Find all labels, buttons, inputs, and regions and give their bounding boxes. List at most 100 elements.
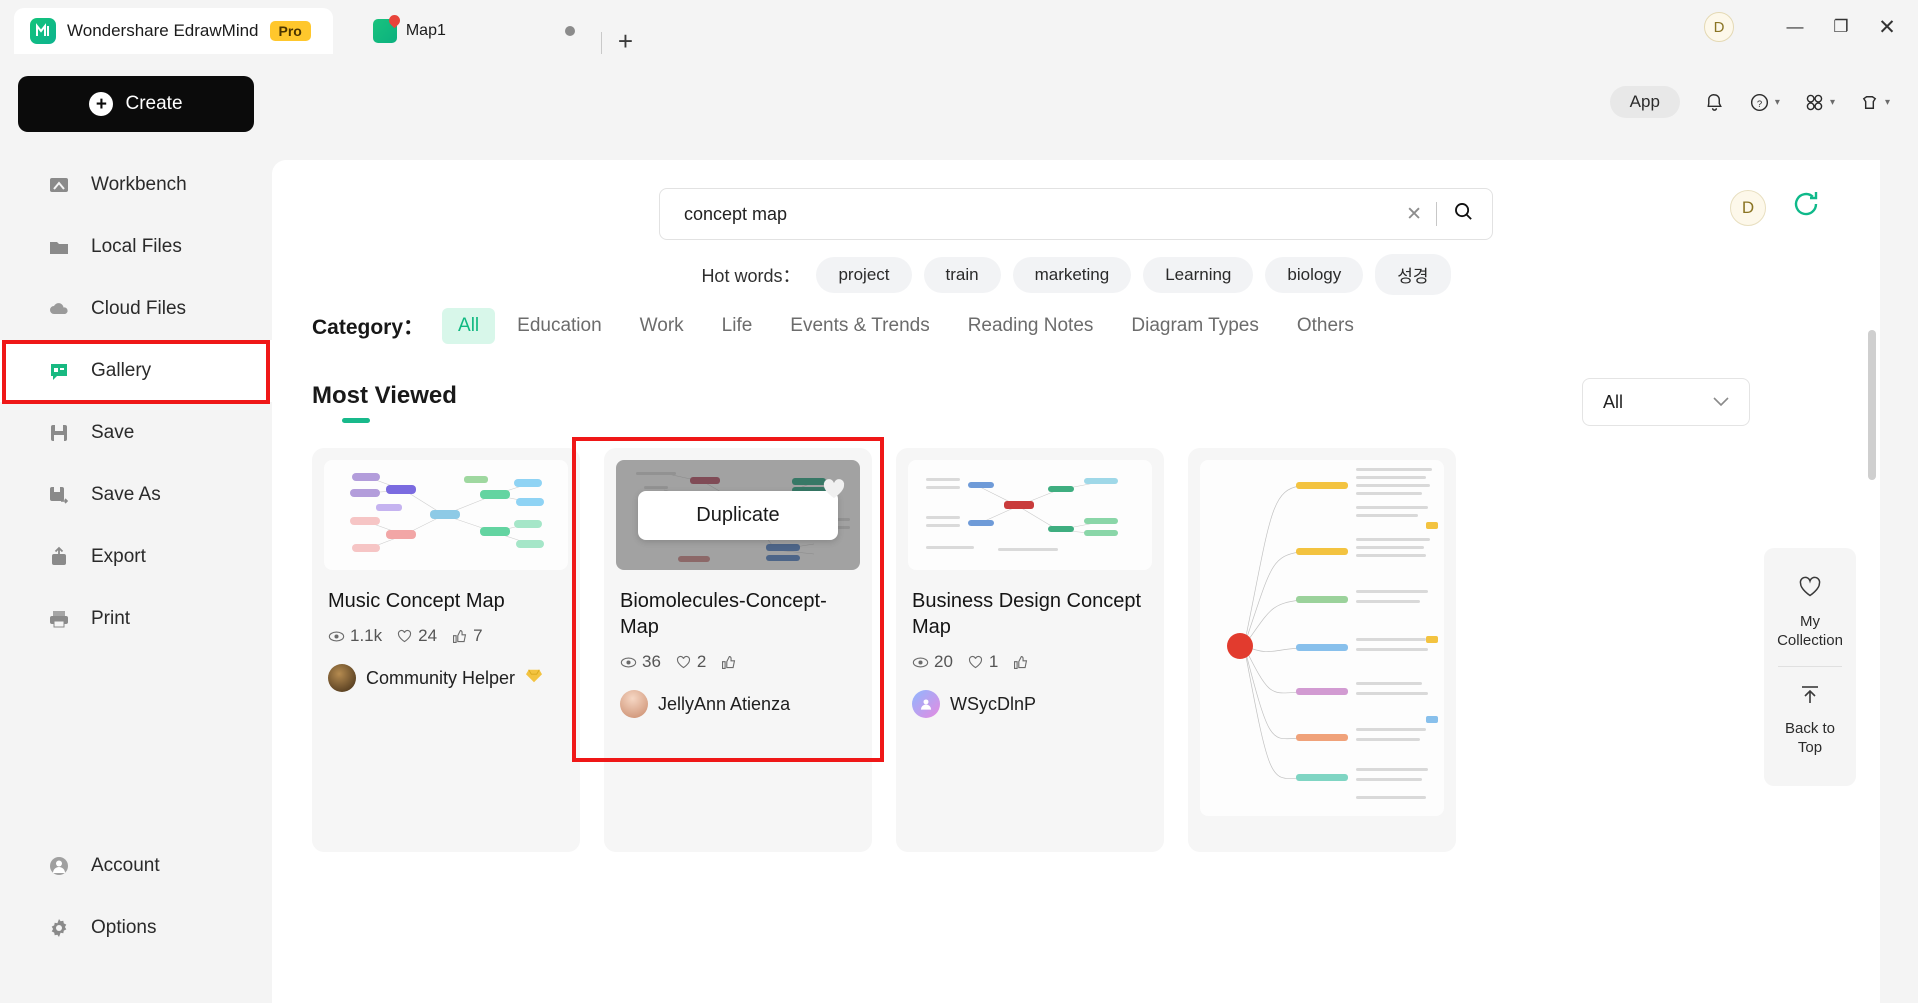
author-name: Community Helper: [366, 667, 516, 688]
sidebar-item-export[interactable]: Export: [0, 526, 272, 588]
thumbs-up-icon: [453, 629, 467, 643]
template-card[interactable]: Duplicate Biomolecules-Concept-Map 36 2: [604, 448, 872, 852]
template-author[interactable]: WSycDlnP: [912, 690, 1148, 718]
hot-word-project[interactable]: project: [816, 256, 912, 293]
sidebar-item-label: Save: [91, 422, 135, 443]
sidebar-item-label: Local Files: [91, 236, 182, 257]
category-others[interactable]: Others: [1281, 308, 1370, 344]
gallery-scrollbar[interactable]: [1868, 330, 1876, 1003]
category-work[interactable]: Work: [624, 308, 700, 344]
hot-word-train[interactable]: train: [923, 256, 1001, 293]
sidebar-item-save[interactable]: Save: [0, 402, 272, 464]
search-input[interactable]: concept map: [684, 204, 1406, 225]
maximize-button[interactable]: ❐: [1818, 0, 1864, 54]
hot-word-biology[interactable]: biology: [1265, 256, 1364, 293]
template-card[interactable]: [1188, 448, 1456, 852]
avatar: [328, 664, 356, 692]
author-name: JellyAnn Atienza: [658, 693, 791, 714]
minimize-button[interactable]: —: [1772, 0, 1818, 54]
sidebar-item-workbench[interactable]: Workbench: [0, 154, 272, 216]
my-collection-button[interactable]: My Collection: [1764, 560, 1856, 666]
favorite-heart-icon[interactable]: [822, 478, 846, 506]
create-button[interactable]: + Create: [18, 76, 254, 132]
document-tab-label: Map1: [405, 22, 446, 39]
export-icon: [46, 544, 72, 570]
like-count: 1: [967, 652, 998, 672]
sidebar-item-print[interactable]: Print: [0, 588, 272, 650]
sidebar-item-label: Options: [91, 917, 157, 938]
view-count-value: 36: [642, 652, 661, 671]
mindmap-preview-1: [324, 460, 568, 570]
gallery-user-avatar[interactable]: D: [1730, 190, 1766, 226]
hot-word-marketing[interactable]: marketing: [1012, 256, 1132, 293]
duplicate-button[interactable]: Duplicate: [638, 490, 838, 540]
category-all[interactable]: All: [442, 308, 496, 344]
category-diagram-types[interactable]: Diagram Types: [1115, 308, 1274, 344]
bell-icon[interactable]: [1704, 92, 1725, 113]
heart-icon: [398, 629, 412, 642]
heart-icon: [968, 655, 982, 668]
scrollbar-thumb[interactable]: [1868, 330, 1876, 480]
save-as-icon: [46, 482, 72, 508]
category-education[interactable]: Education: [501, 308, 618, 344]
sidebar-item-cloud-files[interactable]: Cloud Files: [0, 278, 272, 340]
template-card[interactable]: Business Design Concept Map 20 1 WSycDln…: [896, 448, 1164, 852]
sidebar-item-options[interactable]: Options: [0, 897, 272, 959]
category-life[interactable]: Life: [706, 308, 769, 344]
folder-icon: [46, 234, 72, 260]
clear-search-icon[interactable]: ✕: [1406, 203, 1422, 226]
template-stats: 36 2: [620, 652, 856, 672]
sidebar-item-label: Cloud Files: [91, 298, 187, 319]
back-to-top-label-line2: Top: [1797, 738, 1823, 756]
category-events-trends[interactable]: Events & Trends: [774, 308, 945, 344]
search-divider: [1436, 202, 1437, 226]
sort-dropdown[interactable]: All: [1582, 378, 1750, 426]
unsaved-indicator-dot: [564, 26, 575, 36]
template-card-grid: Music Concept Map 1.1k 24 7 Community He…: [312, 448, 1456, 852]
sidebar-item-label: Save As: [91, 484, 161, 505]
chevron-down-icon: [1713, 394, 1729, 410]
like-count-value: 1: [988, 652, 999, 671]
gallery-icon: [46, 358, 72, 384]
section-header: Most Viewed: [312, 382, 457, 423]
back-to-top-button[interactable]: Back to Top: [1764, 667, 1856, 773]
template-author[interactable]: Community Helper: [328, 664, 564, 692]
thumbsup-count: 7: [451, 626, 483, 646]
eye-icon: [328, 631, 345, 641]
template-card[interactable]: Music Concept Map 1.1k 24 7 Community He…: [312, 448, 580, 852]
sidebar-item-save-as[interactable]: Save As: [0, 464, 272, 526]
back-to-top-label-line1: Back to: [1784, 720, 1836, 737]
search-icon[interactable]: [1453, 201, 1474, 228]
app-tab[interactable]: Wondershare EdrawMind Pro: [14, 8, 333, 54]
section-underline: [342, 418, 370, 423]
help-icon[interactable]: ? ▾: [1749, 92, 1780, 113]
template-title: Biomolecules-Concept-Map: [620, 590, 827, 638]
document-tab-map1[interactable]: Map1: [363, 8, 585, 54]
sidebar-item-gallery[interactable]: Gallery: [0, 340, 272, 402]
template-author[interactable]: JellyAnn Atienza: [620, 690, 856, 718]
close-button[interactable]: ✕: [1864, 0, 1910, 54]
apps-grid-icon[interactable]: ▾: [1804, 92, 1835, 113]
sidebar-item-account[interactable]: Account: [0, 835, 272, 897]
mindmap-preview-3: [908, 460, 1152, 570]
category-reading-notes[interactable]: Reading Notes: [952, 308, 1110, 344]
hot-word-learning[interactable]: Learning: [1143, 256, 1254, 293]
user-avatar[interactable]: D: [1704, 12, 1734, 42]
sidebar-item-label: Account: [91, 855, 160, 876]
new-tab-button[interactable]: +: [618, 28, 633, 54]
tab-divider: [600, 32, 602, 54]
my-collection-label-line2: Collection: [1777, 631, 1843, 649]
author-name: WSycDlnP: [950, 693, 1037, 714]
sidebar-item-label: Print: [91, 608, 131, 629]
hot-word-korean[interactable]: 성경: [1375, 254, 1451, 295]
edrawmind-logo-icon: [30, 18, 56, 44]
view-count: 36: [620, 652, 661, 672]
app-switch-button[interactable]: App: [1609, 86, 1680, 118]
theme-icon[interactable]: ▾: [1859, 92, 1890, 113]
refresh-icon[interactable]: [1790, 188, 1822, 228]
view-count: 20: [912, 652, 953, 672]
search-box[interactable]: concept map ✕: [659, 188, 1493, 240]
category-label: Category：: [312, 316, 425, 339]
eye-icon: [620, 657, 637, 667]
sidebar-item-local-files[interactable]: Local Files: [0, 216, 272, 278]
